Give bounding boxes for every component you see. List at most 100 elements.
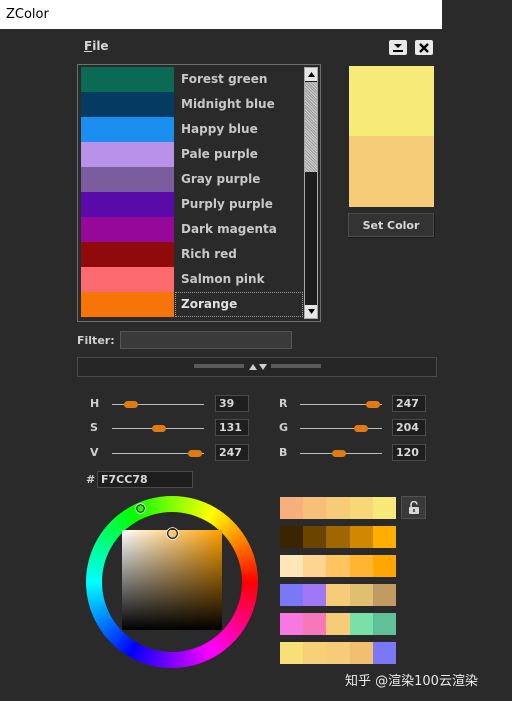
palette-swatch[interactable] [303, 613, 327, 635]
g-channel-slider[interactable] [300, 423, 382, 433]
palette-swatch[interactable] [280, 613, 304, 635]
palette-swatch[interactable] [349, 526, 373, 548]
h-value-input[interactable]: 39 [215, 395, 249, 412]
list-item-swatch [81, 292, 174, 317]
minimize-icon [393, 44, 403, 52]
r-channel-slider[interactable] [300, 399, 382, 409]
list-item-label: Pale purple [181, 147, 258, 161]
palette-row [280, 584, 396, 606]
panel-splitter[interactable] [77, 357, 437, 377]
list-item[interactable]: Rich red [81, 242, 303, 267]
palette-swatch[interactable] [326, 497, 350, 519]
palette-swatch[interactable] [280, 642, 304, 664]
list-item-label: Dark magenta [181, 222, 277, 236]
h-channel-label: H [90, 397, 100, 410]
r-value-input[interactable]: 247 [392, 395, 426, 412]
list-item-label: Happy blue [181, 122, 258, 136]
scroll-thumb[interactable] [305, 82, 317, 172]
palette-swatch[interactable] [303, 584, 327, 606]
color-list-scrollbar[interactable] [304, 67, 318, 319]
window-title-bar: ZColor [0, 0, 442, 29]
palette-swatch[interactable] [326, 613, 350, 635]
palette-swatch[interactable] [372, 497, 396, 519]
list-item-label: Rich red [181, 247, 237, 261]
saturation-value-square[interactable] [122, 530, 222, 630]
palette-swatch[interactable] [280, 584, 304, 606]
palette-swatch[interactable] [349, 555, 373, 577]
list-item[interactable]: Pale purple [81, 142, 303, 167]
palette-row [280, 642, 396, 664]
v-value-input[interactable]: 247 [215, 444, 249, 461]
list-item[interactable]: Dark magenta [81, 217, 303, 242]
slider-handle[interactable] [366, 401, 380, 408]
list-item[interactable]: Zorange [81, 292, 303, 317]
palette-swatch[interactable] [372, 584, 396, 606]
palette-row [280, 526, 396, 548]
palette-swatch[interactable] [349, 613, 373, 635]
slider-handle[interactable] [332, 450, 346, 457]
palette-swatch[interactable] [303, 526, 327, 548]
palette-swatch[interactable] [372, 555, 396, 577]
b-channel-slider[interactable] [300, 448, 382, 458]
scroll-up-button[interactable] [305, 68, 317, 81]
list-item-swatch [81, 117, 174, 142]
list-item[interactable]: Midnight blue [81, 92, 303, 117]
slider-handle[interactable] [188, 450, 202, 457]
palette-swatch[interactable] [372, 526, 396, 548]
palette-swatch[interactable] [326, 584, 350, 606]
color-list[interactable]: Forest green Midnight blue Happy blue Pale … [77, 64, 321, 322]
list-item-swatch [81, 192, 174, 217]
hex-input[interactable]: F7CC78 [97, 471, 193, 488]
list-item[interactable]: Forest green [81, 67, 303, 92]
palette-row [280, 497, 396, 519]
palette-swatch[interactable] [372, 642, 396, 664]
close-icon [419, 42, 429, 53]
arrow-up-icon [307, 72, 315, 77]
h-channel-slider[interactable] [112, 399, 204, 409]
file-menu-label: ile [92, 39, 109, 53]
list-item-label: Salmon pink [181, 272, 265, 286]
palette-swatch[interactable] [326, 642, 350, 664]
lock-palette-button[interactable] [401, 496, 426, 519]
list-item[interactable]: Gray purple [81, 167, 303, 192]
g-value-input[interactable]: 204 [392, 419, 426, 436]
hue-marker[interactable] [135, 503, 146, 514]
file-menu[interactable]: File [84, 39, 109, 53]
palette-swatch[interactable] [349, 497, 373, 519]
window-title: ZColor [6, 7, 49, 22]
b-value-input[interactable]: 120 [392, 444, 426, 461]
palette-swatch[interactable] [280, 497, 304, 519]
palette-swatch[interactable] [303, 497, 327, 519]
hex-hash-label: # [86, 473, 96, 486]
v-channel-slider[interactable] [112, 448, 204, 458]
scroll-down-button[interactable] [305, 305, 317, 318]
filter-input[interactable] [120, 331, 292, 349]
palette-swatch[interactable] [326, 526, 350, 548]
list-item-label: Zorange [181, 297, 238, 311]
list-item-swatch [81, 142, 174, 167]
palette-swatch[interactable] [349, 584, 373, 606]
palette-swatch[interactable] [326, 555, 350, 577]
palette-swatch[interactable] [280, 555, 304, 577]
sv-marker[interactable] [166, 527, 179, 540]
list-item[interactable]: Happy blue [81, 117, 303, 142]
list-item[interactable]: Purply purple [81, 192, 303, 217]
close-button[interactable] [415, 40, 433, 55]
filter-label: Filter: [77, 334, 115, 347]
expand-collapse-icon [249, 364, 267, 370]
slider-handle[interactable] [152, 425, 166, 432]
slider-handle[interactable] [354, 425, 368, 432]
palette-swatch[interactable] [349, 642, 373, 664]
palette-swatch[interactable] [303, 555, 327, 577]
minimize-button[interactable] [389, 40, 407, 55]
palette-swatch[interactable] [303, 642, 327, 664]
s-value-input[interactable]: 131 [215, 419, 249, 436]
s-channel-slider[interactable] [112, 423, 204, 433]
list-item[interactable]: Salmon pink [81, 267, 303, 292]
slider-track [300, 428, 382, 429]
palette-swatch[interactable] [280, 526, 304, 548]
slider-handle[interactable] [124, 401, 138, 408]
palette-swatch[interactable] [372, 613, 396, 635]
unlock-icon [408, 501, 419, 514]
set-color-button[interactable]: Set Color [348, 213, 434, 237]
